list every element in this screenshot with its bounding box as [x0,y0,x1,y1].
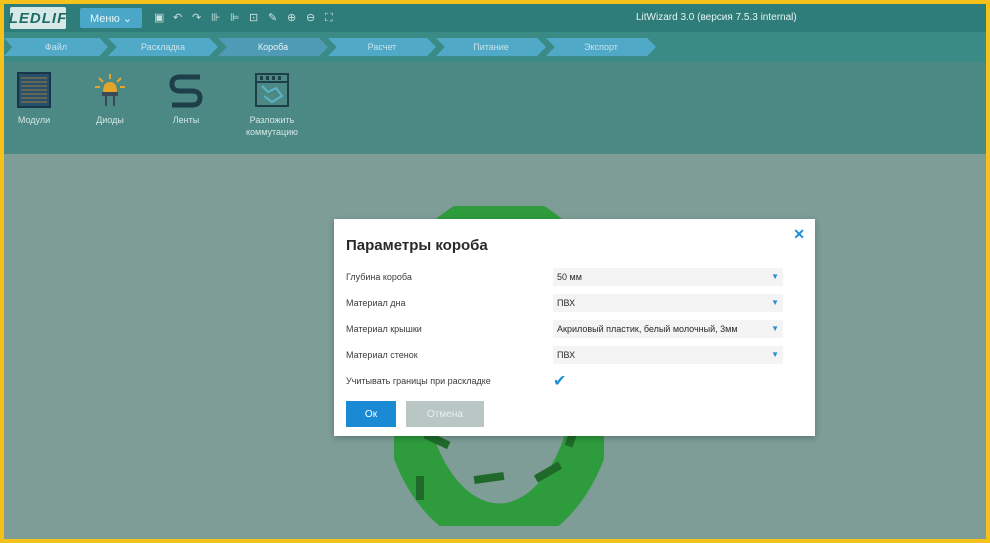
row-wall-material: Материал стенок ПВХ ▼ [346,345,806,365]
step-file[interactable]: Файл [4,38,108,56]
step-power[interactable]: Питание [436,38,546,56]
save-icon[interactable]: ▣ [154,12,165,24]
ribbon-layout-wiring[interactable]: Разложить коммутацию [246,72,298,138]
screenshot-icon[interactable]: ⊡ [249,12,260,24]
led-strip-icon [168,72,204,108]
box-parameters-dialog: Параметры короба ✕ Глубина короба 50 мм … [334,219,815,436]
step-layout[interactable]: Раскладка [108,38,218,56]
cancel-button[interactable]: Отмена [406,401,484,427]
wiring-icon [254,72,290,108]
row-bottom-material: Материал дна ПВХ ▼ [346,293,806,313]
ok-button[interactable]: Ок [346,401,396,427]
module-grid-icon [16,72,52,108]
ribbon-layout-wiring-label: Разложить коммутацию [246,114,298,138]
ribbon-layout-line1: Разложить [249,115,295,125]
app-window: LEDLIF Меню ⌄ ▣ ↶ ↷ ⊪ ⊫ ⊡ ✎ ⊕ ⊖ ⛶ LitWiz… [4,4,986,539]
box-depth-value: 50 мм [557,272,582,282]
align-left-icon[interactable]: ⊪ [211,12,222,24]
ribbon: Модули Диоды Ленты Разложить коммутацию [4,62,986,154]
app-logo: LEDLIF [9,7,66,29]
step-boxes[interactable]: Короба [218,38,328,56]
ribbon-diodes-label: Диоды [96,115,124,125]
ribbon-modules-label: Модули [17,115,51,125]
box-depth-label: Глубина короба [346,272,412,282]
step-export[interactable]: Экспорт [546,38,656,56]
row-box-depth: Глубина короба 50 мм ▼ [346,267,806,287]
dialog-title: Параметры короба [346,237,488,254]
step-calculation[interactable]: Расчет [328,38,436,56]
bottom-material-label: Материал дна [346,298,406,308]
chevron-down-icon: ▼ [771,272,779,281]
ribbon-strips[interactable]: Ленты [168,72,204,126]
bottom-material-value: ПВХ [557,298,576,308]
step-navigation: Файл Раскладка Короба Расчет Питание Экс… [4,32,986,62]
wall-material-value: ПВХ [557,350,576,360]
wall-material-select[interactable]: ПВХ ▼ [553,346,783,364]
zoom-out-icon[interactable]: ⊖ [306,12,317,24]
window-title: LitWizard 3.0 (версия 7.5.3 internal) [636,12,797,23]
lid-material-select[interactable]: Акриловый пластик, белый молочный, 3мм ▼ [553,320,783,338]
bottom-material-select[interactable]: ПВХ ▼ [553,294,783,312]
title-bar: LEDLIF Меню ⌄ ▣ ↶ ↷ ⊪ ⊫ ⊡ ✎ ⊕ ⊖ ⛶ LitWiz… [4,4,986,32]
row-layout-bounds: Учитывать границы при раскладке ✔ [346,371,806,391]
edit-icon[interactable]: ✎ [268,12,279,24]
wall-material-label: Материал стенок [346,350,418,360]
align-right-icon[interactable]: ⊫ [230,12,241,24]
chevron-down-icon: ▼ [771,350,779,359]
layout-bounds-checkbox[interactable]: ✔ [553,372,783,390]
lid-material-value: Акриловый пластик, белый молочный, 3мм [557,324,738,334]
lid-material-label: Материал крышки [346,324,422,334]
fit-screen-icon[interactable]: ⛶ [325,12,336,24]
close-icon[interactable]: ✕ [793,226,805,243]
redo-icon[interactable]: ↷ [192,12,203,24]
chevron-down-icon: ▼ [771,324,779,333]
chevron-down-icon: ▼ [771,298,779,307]
diode-icon [92,72,128,108]
quick-toolbar: ▣ ↶ ↷ ⊪ ⊫ ⊡ ✎ ⊕ ⊖ ⛶ [154,12,336,24]
undo-icon[interactable]: ↶ [173,12,184,24]
box-depth-select[interactable]: 50 мм ▼ [553,268,783,286]
ribbon-layout-line2: коммутацию [246,127,298,137]
menu-button[interactable]: Меню ⌄ [80,8,143,28]
ribbon-modules[interactable]: Модули [16,72,52,126]
ribbon-strips-label: Ленты [172,115,200,125]
layout-bounds-label: Учитывать границы при раскладке [346,376,491,386]
ribbon-diodes[interactable]: Диоды [92,72,128,126]
row-lid-material: Материал крышки Акриловый пластик, белый… [346,319,806,339]
zoom-in-icon[interactable]: ⊕ [287,12,298,24]
checkmark-icon: ✔ [553,373,567,390]
